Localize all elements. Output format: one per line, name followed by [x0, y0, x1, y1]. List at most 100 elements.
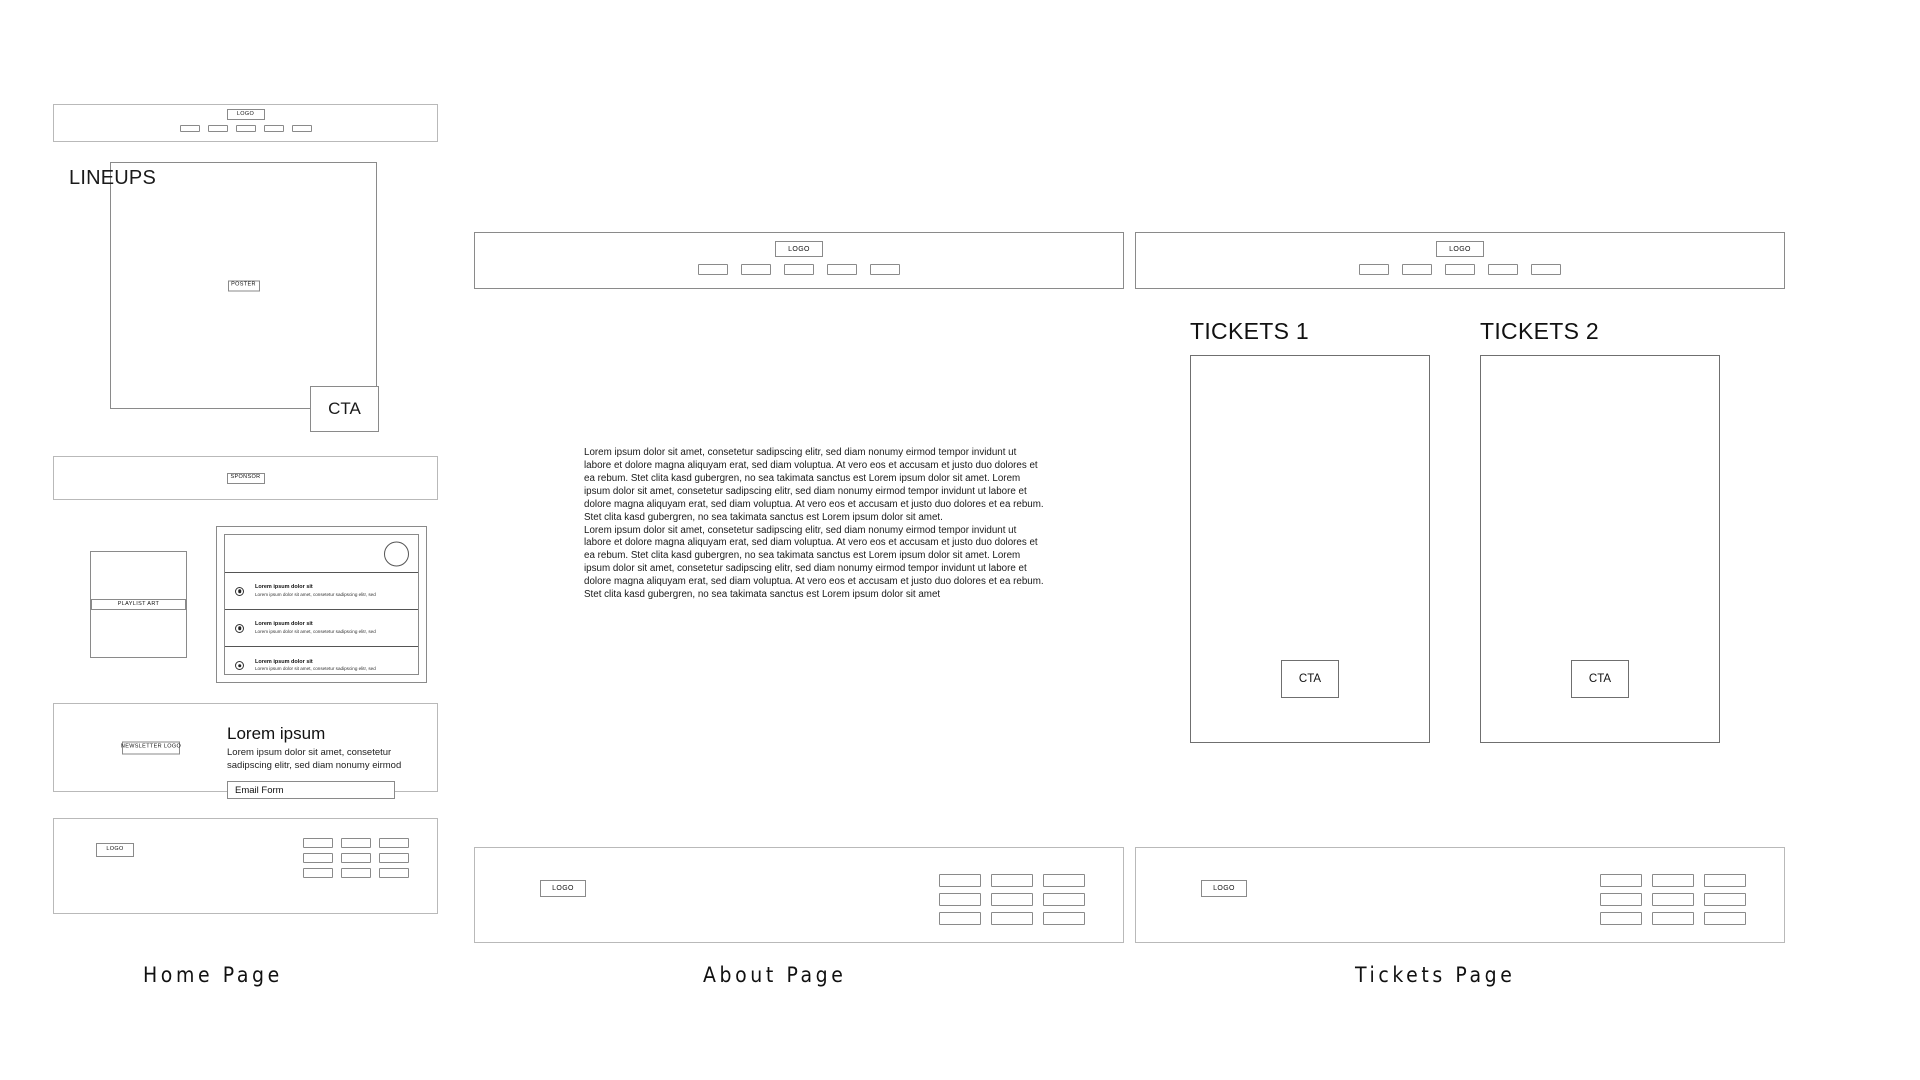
tickets-card-2-cta-button[interactable]: CTA [1571, 660, 1629, 698]
list-item-subtitle: Lorem ipsum dolor sit amet, consetetur s… [255, 591, 376, 597]
tickets-card-1-cta-button[interactable]: CTA [1281, 660, 1339, 698]
footer-link-4[interactable] [939, 893, 981, 906]
footer-link-5[interactable] [991, 893, 1033, 906]
home-footer: LOGO [53, 818, 438, 914]
home-header-logo-label: LOGO [236, 110, 255, 117]
home-page-wireframe: LOGO LINEUPS POSTER CTA SPONSOR PLAYLIST… [53, 104, 438, 914]
list-item[interactable]: Lorem ipsum dolor sit Lorem ipsum dolor … [225, 647, 418, 684]
about-footer-logo-label: LOGO [552, 885, 574, 892]
play-radio-icon[interactable] [235, 661, 244, 670]
footer-link-3[interactable] [1704, 874, 1746, 887]
list-item[interactable]: Lorem ipsum dolor sit Lorem ipsum dolor … [225, 610, 418, 647]
footer-link-3[interactable] [379, 838, 409, 848]
home-sponsor-label: SPONSOR [230, 474, 261, 481]
footer-link-7[interactable] [939, 912, 981, 925]
tickets-column-2: TICKETS 2 CTA [1480, 320, 1720, 743]
tickets-header-logo-label: LOGO [1449, 245, 1471, 253]
home-footer-logo[interactable]: LOGO [96, 843, 134, 857]
about-nav-item-1[interactable] [698, 264, 728, 275]
tickets-header-logo[interactable]: LOGO [1436, 241, 1484, 257]
footer-link-6[interactable] [1043, 893, 1085, 906]
home-hero-title: LINEUPS [69, 167, 156, 189]
footer-link-5[interactable] [341, 853, 371, 863]
tickets-nav-item-5[interactable] [1531, 264, 1561, 275]
tickets-nav-item-4[interactable] [1488, 264, 1518, 275]
tickets-footer-logo[interactable]: LOGO [1201, 880, 1247, 897]
footer-link-9[interactable] [379, 868, 409, 878]
footer-link-2[interactable] [1652, 874, 1694, 887]
newsletter-heading: Lorem ipsum [227, 724, 326, 743]
tickets-header-nav [1359, 264, 1561, 275]
about-paragraph-1: Lorem ipsum dolor sit amet, consetetur s… [584, 447, 1044, 523]
play-radio-icon[interactable] [235, 586, 244, 596]
footer-link-9[interactable] [1704, 912, 1746, 925]
about-footer: LOGO [474, 847, 1124, 943]
footer-link-1[interactable] [303, 838, 333, 848]
home-playlist-art-label: PLAYLIST ART [117, 600, 160, 607]
tickets-footer-logo-label: LOGO [1213, 885, 1235, 892]
footer-link-2[interactable] [991, 874, 1033, 887]
tickets-nav-item-2[interactable] [1402, 264, 1432, 275]
footer-link-1[interactable] [1600, 874, 1642, 887]
home-sponsor-placeholder: SPONSOR [226, 472, 265, 484]
footer-link-7[interactable] [1600, 912, 1642, 925]
about-header: LOGO [474, 232, 1124, 289]
tickets-nav-item-1[interactable] [1359, 264, 1389, 275]
newsletter-email-input[interactable]: Email Form [227, 781, 395, 800]
footer-link-8[interactable] [341, 868, 371, 878]
footer-link-6[interactable] [379, 853, 409, 863]
home-hero-poster-label: POSTER [231, 281, 256, 288]
list-item-subtitle: Lorem ipsum dolor sit amet, consetetur s… [255, 628, 376, 634]
tickets-nav-item-3[interactable] [1445, 264, 1475, 275]
home-header-logo[interactable]: LOGO [226, 109, 265, 120]
about-page-wireframe: LOGO Lorem ipsum dolor sit amet, consete… [474, 232, 1124, 943]
tickets-column-1: TICKETS 1 CTA [1190, 320, 1430, 743]
home-nav-item-1[interactable] [179, 125, 200, 132]
about-footer-logo[interactable]: LOGO [540, 880, 586, 897]
home-hero-cta-button[interactable]: CTA [310, 386, 379, 432]
footer-link-4[interactable] [1600, 893, 1642, 906]
footer-link-8[interactable] [991, 912, 1033, 925]
home-header: LOGO [53, 104, 438, 142]
about-body-copy: Lorem ipsum dolor sit amet, consetetur s… [584, 447, 1044, 602]
home-nav-item-4[interactable] [263, 125, 284, 132]
list-item-title: Lorem ipsum dolor sit [255, 584, 313, 591]
about-nav-item-4[interactable] [827, 264, 857, 275]
tickets-card-1-title: TICKETS 1 [1190, 318, 1310, 344]
play-radio-icon[interactable] [235, 623, 244, 633]
about-paragraph-2: Lorem ipsum dolor sit amet, consetetur s… [584, 524, 1044, 601]
footer-link-3[interactable] [1043, 874, 1085, 887]
tickets-card-2-title: TICKETS 2 [1480, 318, 1600, 344]
about-header-nav [698, 264, 900, 275]
about-nav-item-5[interactable] [870, 264, 900, 275]
home-hero-poster-placeholder: POSTER [227, 280, 260, 291]
tickets-page-wireframe: LOGO TICKETS 1 CTA TICKETS 2 CTA LOGO [1135, 232, 1785, 943]
wireframe-canvas: LOGO LINEUPS POSTER CTA SPONSOR PLAYLIST… [0, 0, 1920, 1080]
footer-link-7[interactable] [303, 868, 333, 878]
footer-link-1[interactable] [939, 874, 981, 887]
newsletter-logo: NEWSLETTER LOGO [121, 741, 181, 754]
home-nav-item-5[interactable] [291, 125, 312, 132]
footer-link-4[interactable] [303, 853, 333, 863]
home-playlist-art-placeholder: PLAYLIST ART [91, 599, 186, 610]
play-button-icon[interactable] [384, 541, 409, 566]
footer-link-5[interactable] [1652, 893, 1694, 906]
home-nav-item-2[interactable] [207, 125, 228, 132]
home-playlist-header-row [225, 535, 418, 573]
home-playlist-panel: Lorem ipsum dolor sit Lorem ipsum dolor … [216, 526, 427, 683]
footer-link-6[interactable] [1704, 893, 1746, 906]
footer-link-2[interactable] [341, 838, 371, 848]
home-footer-logo-label: LOGO [106, 846, 124, 853]
footer-link-8[interactable] [1652, 912, 1694, 925]
home-header-nav [179, 125, 312, 132]
about-nav-item-3[interactable] [784, 264, 814, 275]
list-item-title: Lorem ipsum dolor sit [255, 621, 313, 628]
list-item-title: Lorem ipsum dolor sit [255, 658, 313, 665]
home-nav-item-3[interactable] [235, 125, 256, 132]
list-item-subtitle: Lorem ipsum dolor sit amet, consetetur s… [255, 666, 376, 672]
tickets-header: LOGO [1135, 232, 1785, 289]
about-nav-item-2[interactable] [741, 264, 771, 275]
footer-link-9[interactable] [1043, 912, 1085, 925]
about-header-logo[interactable]: LOGO [775, 241, 823, 257]
list-item[interactable]: Lorem ipsum dolor sit Lorem ipsum dolor … [225, 573, 418, 610]
